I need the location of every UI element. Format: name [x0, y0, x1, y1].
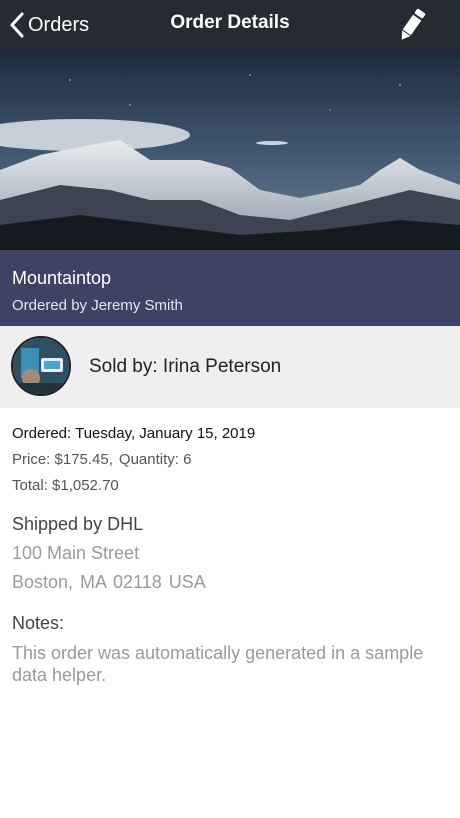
price-value: Price: $175.45,	[12, 451, 113, 468]
seller-avatar-image	[13, 338, 69, 394]
shipping-carrier: Shipped by DHL	[12, 514, 144, 534]
order-date: Ordered: Tuesday, January 15, 2019	[12, 425, 256, 442]
edit-button[interactable]	[392, 6, 432, 44]
address-line-2: Boston, MA 02118 USA	[12, 572, 206, 592]
sold-by-label: Sold by: Irina Peterson	[89, 356, 282, 377]
notes-label: Notes:	[12, 613, 65, 633]
address-line-1: 100 Main Street	[12, 543, 140, 563]
order-total: Total: $1,052.70	[12, 477, 119, 494]
seller-section[interactable]: Sold by: Irina Peterson	[0, 326, 460, 408]
page-title: Order Details	[170, 12, 290, 33]
mountain-photo	[0, 50, 460, 250]
product-header: Mountaintop Ordered by Jeremy Smith	[0, 250, 460, 326]
ordered-by-label: Ordered by Jeremy Smith	[12, 297, 183, 314]
product-name: Mountaintop	[12, 268, 112, 288]
price-quantity-row: Price: $175.45, Quantity: 6	[12, 451, 191, 468]
navigation-bar: Orders Order Details	[0, 0, 460, 50]
pencil-icon	[401, 8, 426, 40]
product-hero-image	[0, 50, 460, 250]
quantity-value: Quantity: 6	[118, 451, 192, 468]
avatar[interactable]	[11, 336, 71, 396]
notes-text: This order was automatically generated i…	[12, 643, 424, 685]
